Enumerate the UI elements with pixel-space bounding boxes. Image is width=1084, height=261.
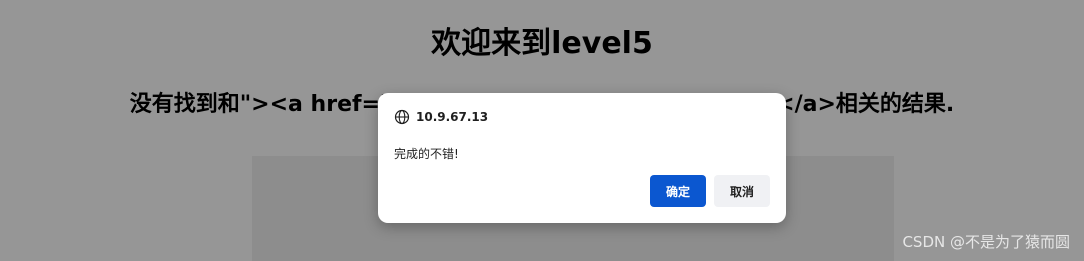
- dialog-header: 10.9.67.13: [394, 108, 488, 126]
- alert-dialog: 10.9.67.13 完成的不错! 确定 取消: [378, 93, 786, 223]
- ok-button[interactable]: 确定: [650, 175, 706, 207]
- cancel-button[interactable]: 取消: [714, 175, 770, 207]
- globe-icon: [394, 109, 410, 125]
- dialog-message: 完成的不错!: [394, 147, 459, 161]
- watermark: CSDN @不是为了猿而圆: [902, 233, 1070, 251]
- dialog-origin: 10.9.67.13: [416, 110, 489, 124]
